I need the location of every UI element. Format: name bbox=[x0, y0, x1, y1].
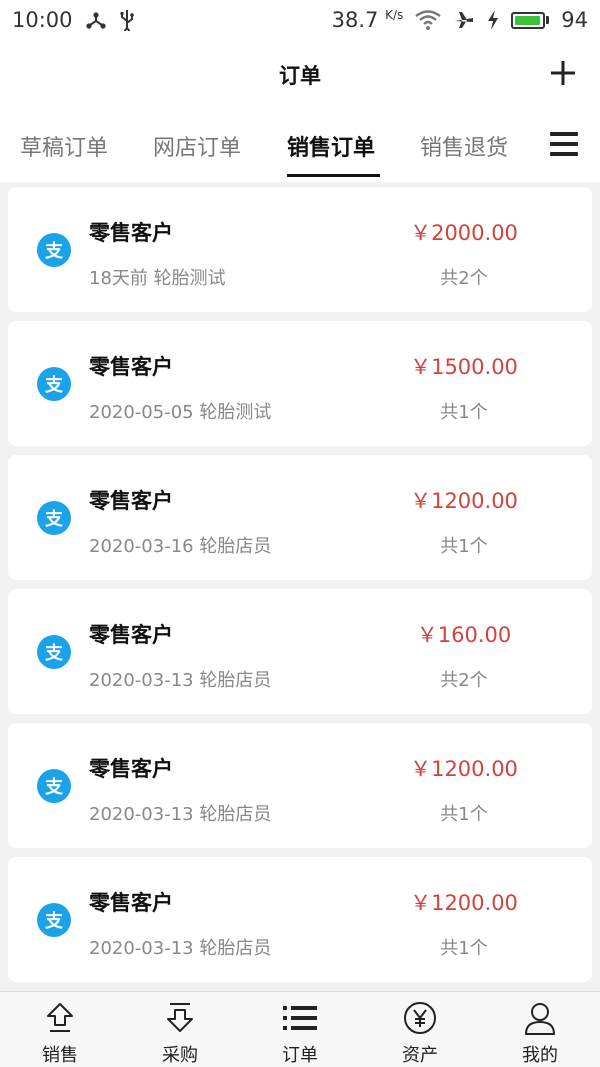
charging-icon bbox=[487, 10, 499, 30]
item-count: 共2个 bbox=[440, 670, 488, 691]
order-meta: 18天前 轮胎测试 bbox=[89, 264, 226, 290]
order-store: 轮胎测试 bbox=[153, 268, 226, 289]
nav-sales-label: 销售 bbox=[42, 1045, 78, 1066]
order-store: 轮胎店员 bbox=[199, 804, 272, 825]
person-icon bbox=[522, 1001, 558, 1035]
alipay-icon: 支 bbox=[37, 233, 71, 267]
airplane-mode-icon bbox=[453, 9, 475, 31]
item-count: 共1个 bbox=[440, 536, 488, 557]
nav-orders[interactable]: 订单 bbox=[240, 992, 360, 1067]
order-card[interactable]: 支 零售客户 2020-03-16 轮胎店员 ￥1200.00 共1个 bbox=[8, 455, 592, 580]
order-card[interactable]: 支 零售客户 2020-03-13 轮胎店员 ￥160.00 共2个 bbox=[8, 589, 592, 714]
nav-me[interactable]: 我的 bbox=[480, 992, 600, 1067]
order-amount: ￥1200.00 bbox=[410, 757, 518, 781]
order-time: 2020-03-13 bbox=[89, 670, 194, 691]
item-count: 共1个 bbox=[440, 402, 488, 423]
order-amount: ￥160.00 bbox=[416, 623, 512, 647]
page-title: 订单 bbox=[279, 64, 321, 88]
order-meta: 2020-03-13 轮胎店员 bbox=[89, 934, 271, 960]
download-arrow-icon bbox=[162, 1001, 198, 1035]
status-bar-left: 10:00 bbox=[12, 8, 135, 32]
wifi-icon bbox=[415, 10, 441, 30]
status-bar-right: 38.7 K/s 94 bbox=[332, 8, 588, 32]
order-store: 轮胎测试 bbox=[199, 402, 272, 423]
order-store: 轮胎店员 bbox=[199, 670, 272, 691]
plus-icon bbox=[551, 61, 575, 85]
order-meta: 2020-05-05 轮胎测试 bbox=[89, 398, 271, 424]
order-meta: 2020-03-13 轮胎店员 bbox=[89, 666, 271, 692]
nav-assets-label: 资产 bbox=[402, 1045, 438, 1066]
yen-coin-icon bbox=[402, 1001, 438, 1035]
order-time: 2020-05-05 bbox=[89, 402, 194, 423]
item-count: 共1个 bbox=[440, 938, 488, 959]
hamburger-menu-icon[interactable] bbox=[550, 132, 578, 158]
order-type-tabs: 草稿订单 网店订单 销售订单 销售退货 bbox=[0, 110, 600, 182]
nav-purchase-label: 采购 bbox=[162, 1045, 198, 1066]
alipay-icon: 支 bbox=[37, 501, 71, 535]
order-amount: ￥1200.00 bbox=[410, 891, 518, 915]
order-amount: ￥2000.00 bbox=[410, 221, 518, 245]
battery-icon bbox=[511, 11, 550, 29]
network-speed-unit: K/s bbox=[385, 8, 404, 22]
status-time: 10:00 bbox=[12, 8, 73, 32]
network-share-icon bbox=[85, 9, 107, 31]
customer-name: 零售客户 bbox=[89, 623, 173, 647]
nav-me-label: 我的 bbox=[522, 1045, 558, 1066]
order-time: 18天前 bbox=[89, 268, 148, 289]
tab-sales-orders[interactable]: 销售订单 bbox=[287, 130, 375, 162]
order-store: 轮胎店员 bbox=[199, 536, 272, 557]
active-tab-indicator bbox=[287, 174, 380, 177]
order-card[interactable]: 支 零售客户 2020-03-13 轮胎店员 ￥1200.00 共1个 bbox=[8, 723, 592, 848]
alipay-icon: 支 bbox=[37, 367, 71, 401]
tab-online-store-orders[interactable]: 网店订单 bbox=[153, 130, 241, 162]
order-amount: ￥1500.00 bbox=[410, 355, 518, 379]
tab-sales-returns[interactable]: 销售退货 bbox=[420, 130, 508, 162]
item-count: 共2个 bbox=[440, 268, 488, 289]
battery-percent: 94 bbox=[561, 8, 588, 32]
add-order-button[interactable] bbox=[548, 58, 578, 88]
status-bar: 10:00 38.7 K/s 94 bbox=[0, 0, 600, 40]
usb-icon bbox=[119, 9, 135, 31]
order-meta: 2020-03-16 轮胎店员 bbox=[89, 532, 271, 558]
list-icon bbox=[282, 1001, 318, 1035]
order-card[interactable]: 支 零售客户 18天前 轮胎测试 ￥2000.00 共2个 bbox=[8, 187, 592, 312]
order-card[interactable]: 支 零售客户 2020-03-13 轮胎店员 ￥1200.00 共1个 bbox=[8, 857, 592, 982]
order-card[interactable]: 支 零售客户 2020-05-05 轮胎测试 ￥1500.00 共1个 bbox=[8, 321, 592, 446]
customer-name: 零售客户 bbox=[89, 355, 173, 379]
order-time: 2020-03-13 bbox=[89, 938, 194, 959]
alipay-icon: 支 bbox=[37, 903, 71, 937]
order-meta: 2020-03-13 轮胎店员 bbox=[89, 800, 271, 826]
upload-arrow-icon bbox=[42, 1001, 78, 1035]
battery-level bbox=[515, 15, 540, 25]
customer-name: 零售客户 bbox=[89, 891, 173, 915]
order-time: 2020-03-13 bbox=[89, 804, 194, 825]
nav-assets[interactable]: 资产 bbox=[360, 992, 480, 1067]
network-speed: 38.7 K/s bbox=[332, 8, 404, 32]
nav-purchase[interactable]: 采购 bbox=[120, 992, 240, 1067]
alipay-icon: 支 bbox=[37, 769, 71, 803]
item-count: 共1个 bbox=[440, 804, 488, 825]
order-store: 轮胎店员 bbox=[199, 938, 272, 959]
customer-name: 零售客户 bbox=[89, 489, 173, 513]
tab-draft-orders[interactable]: 草稿订单 bbox=[20, 130, 108, 162]
customer-name: 零售客户 bbox=[89, 757, 173, 781]
top-app-bar: 订单 bbox=[0, 40, 600, 110]
order-time: 2020-03-16 bbox=[89, 536, 194, 557]
order-amount: ￥1200.00 bbox=[410, 489, 518, 513]
nav-orders-label: 订单 bbox=[282, 1045, 318, 1066]
bottom-navigation: 销售 采购 订单 资产 我的 bbox=[0, 991, 600, 1067]
network-speed-value: 38.7 bbox=[331, 8, 379, 32]
alipay-icon: 支 bbox=[37, 635, 71, 669]
customer-name: 零售客户 bbox=[89, 221, 173, 245]
nav-sales[interactable]: 销售 bbox=[0, 992, 120, 1067]
